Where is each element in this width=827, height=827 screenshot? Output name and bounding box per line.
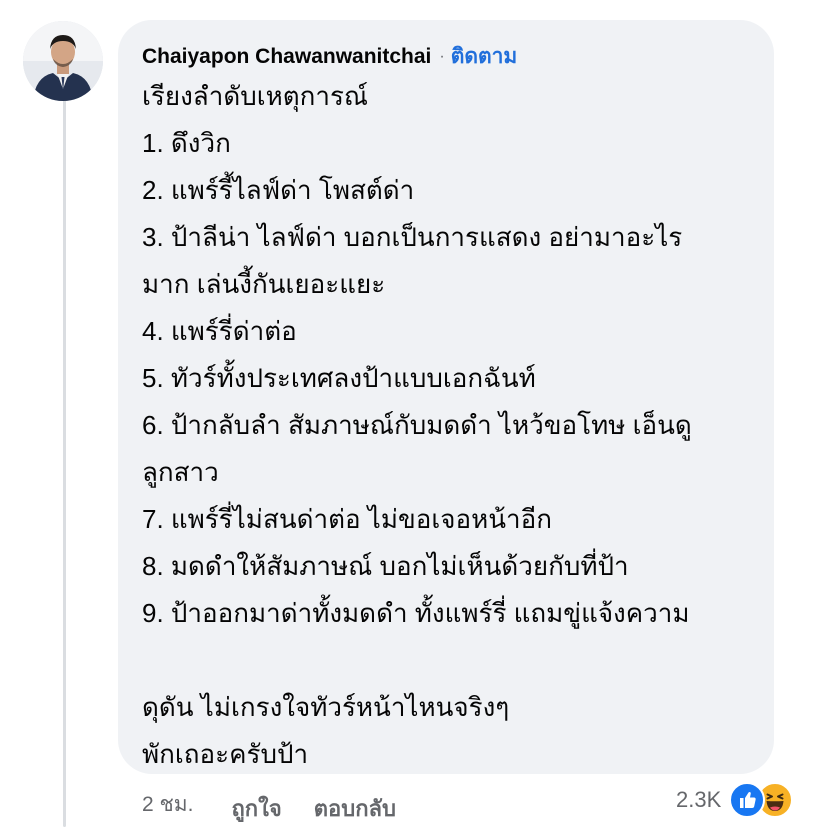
- reply-button[interactable]: ตอบกลับ: [314, 791, 396, 826]
- comment-line: 8. มดดำให้สัมภาษณ์ บอกไม่เห็นด้วยกับที่ป…: [142, 551, 629, 581]
- comment-text: เรียงลำดับเหตุการณ์ 1. ดึงวิก 2. แพร์รี้…: [142, 73, 750, 778]
- separator-dot: ·: [439, 48, 445, 65]
- avatar[interactable]: [23, 21, 103, 101]
- comment-line: 9. ป้าออกมาด่าทั้งมดดำ ทั้งแพร์รี่ แถมขู…: [142, 598, 690, 628]
- comment-line: 1. ดึงวิก: [142, 128, 231, 158]
- comment-line: 5. ทัวร์ทั้งประเทศลงป้าแบบเอกฉันท์: [142, 363, 536, 393]
- author-name[interactable]: Chaiyapon Chawanwanitchai: [142, 45, 431, 69]
- reaction-summary[interactable]: 2.3K: [676, 782, 794, 818]
- comment-bubble: Chaiyapon Chawanwanitchai · ติดตาม เรียง…: [118, 20, 774, 774]
- comment-line: 2. แพร์รี้ไลฟ์ด่า โพสต์ด่า: [142, 175, 415, 205]
- timestamp[interactable]: 2 ชม.: [142, 788, 193, 821]
- person-photo-icon: [23, 21, 103, 101]
- comment-line: มาก เล่นงี้กันเยอะแยะ: [142, 269, 386, 299]
- comment-line: 6. ป้ากลับลำ สัมภาษณ์กับมดดำ ไหว้ขอโทษ เ…: [142, 410, 692, 440]
- comment-line: พักเถอะครับป้า: [142, 739, 309, 769]
- like-icon: [729, 782, 766, 818]
- like-button[interactable]: ถูกใจ: [231, 791, 281, 826]
- comment-line: 7. แพร์รี่ไม่สนด่าต่อ ไม่ขอเจอหน้าอีก: [142, 504, 553, 534]
- comment-line: ดุดัน ไม่เกรงใจทัวร์หน้าไหนจริงๆ: [142, 692, 510, 722]
- comment-line: ลูกสาว: [142, 457, 219, 487]
- comment-line: [142, 637, 750, 684]
- comment-line: เรียงลำดับเหตุการณ์: [142, 81, 369, 111]
- follow-button[interactable]: ติดตาม: [451, 40, 518, 73]
- comment-actions: 2 ชม. ถูกใจ ตอบกลับ: [142, 786, 396, 822]
- comment-line: 3. ป้าลีน่า ไลฟ์ด่า บอกเป็นการแสดง อย่าม…: [142, 222, 683, 252]
- comment-header: Chaiyapon Chawanwanitchai · ติดตาม: [142, 40, 750, 70]
- thread-line: [63, 100, 66, 827]
- comment-line: 4. แพร์รี่ด่าต่อ: [142, 316, 297, 346]
- reaction-count[interactable]: 2.3K: [676, 787, 721, 813]
